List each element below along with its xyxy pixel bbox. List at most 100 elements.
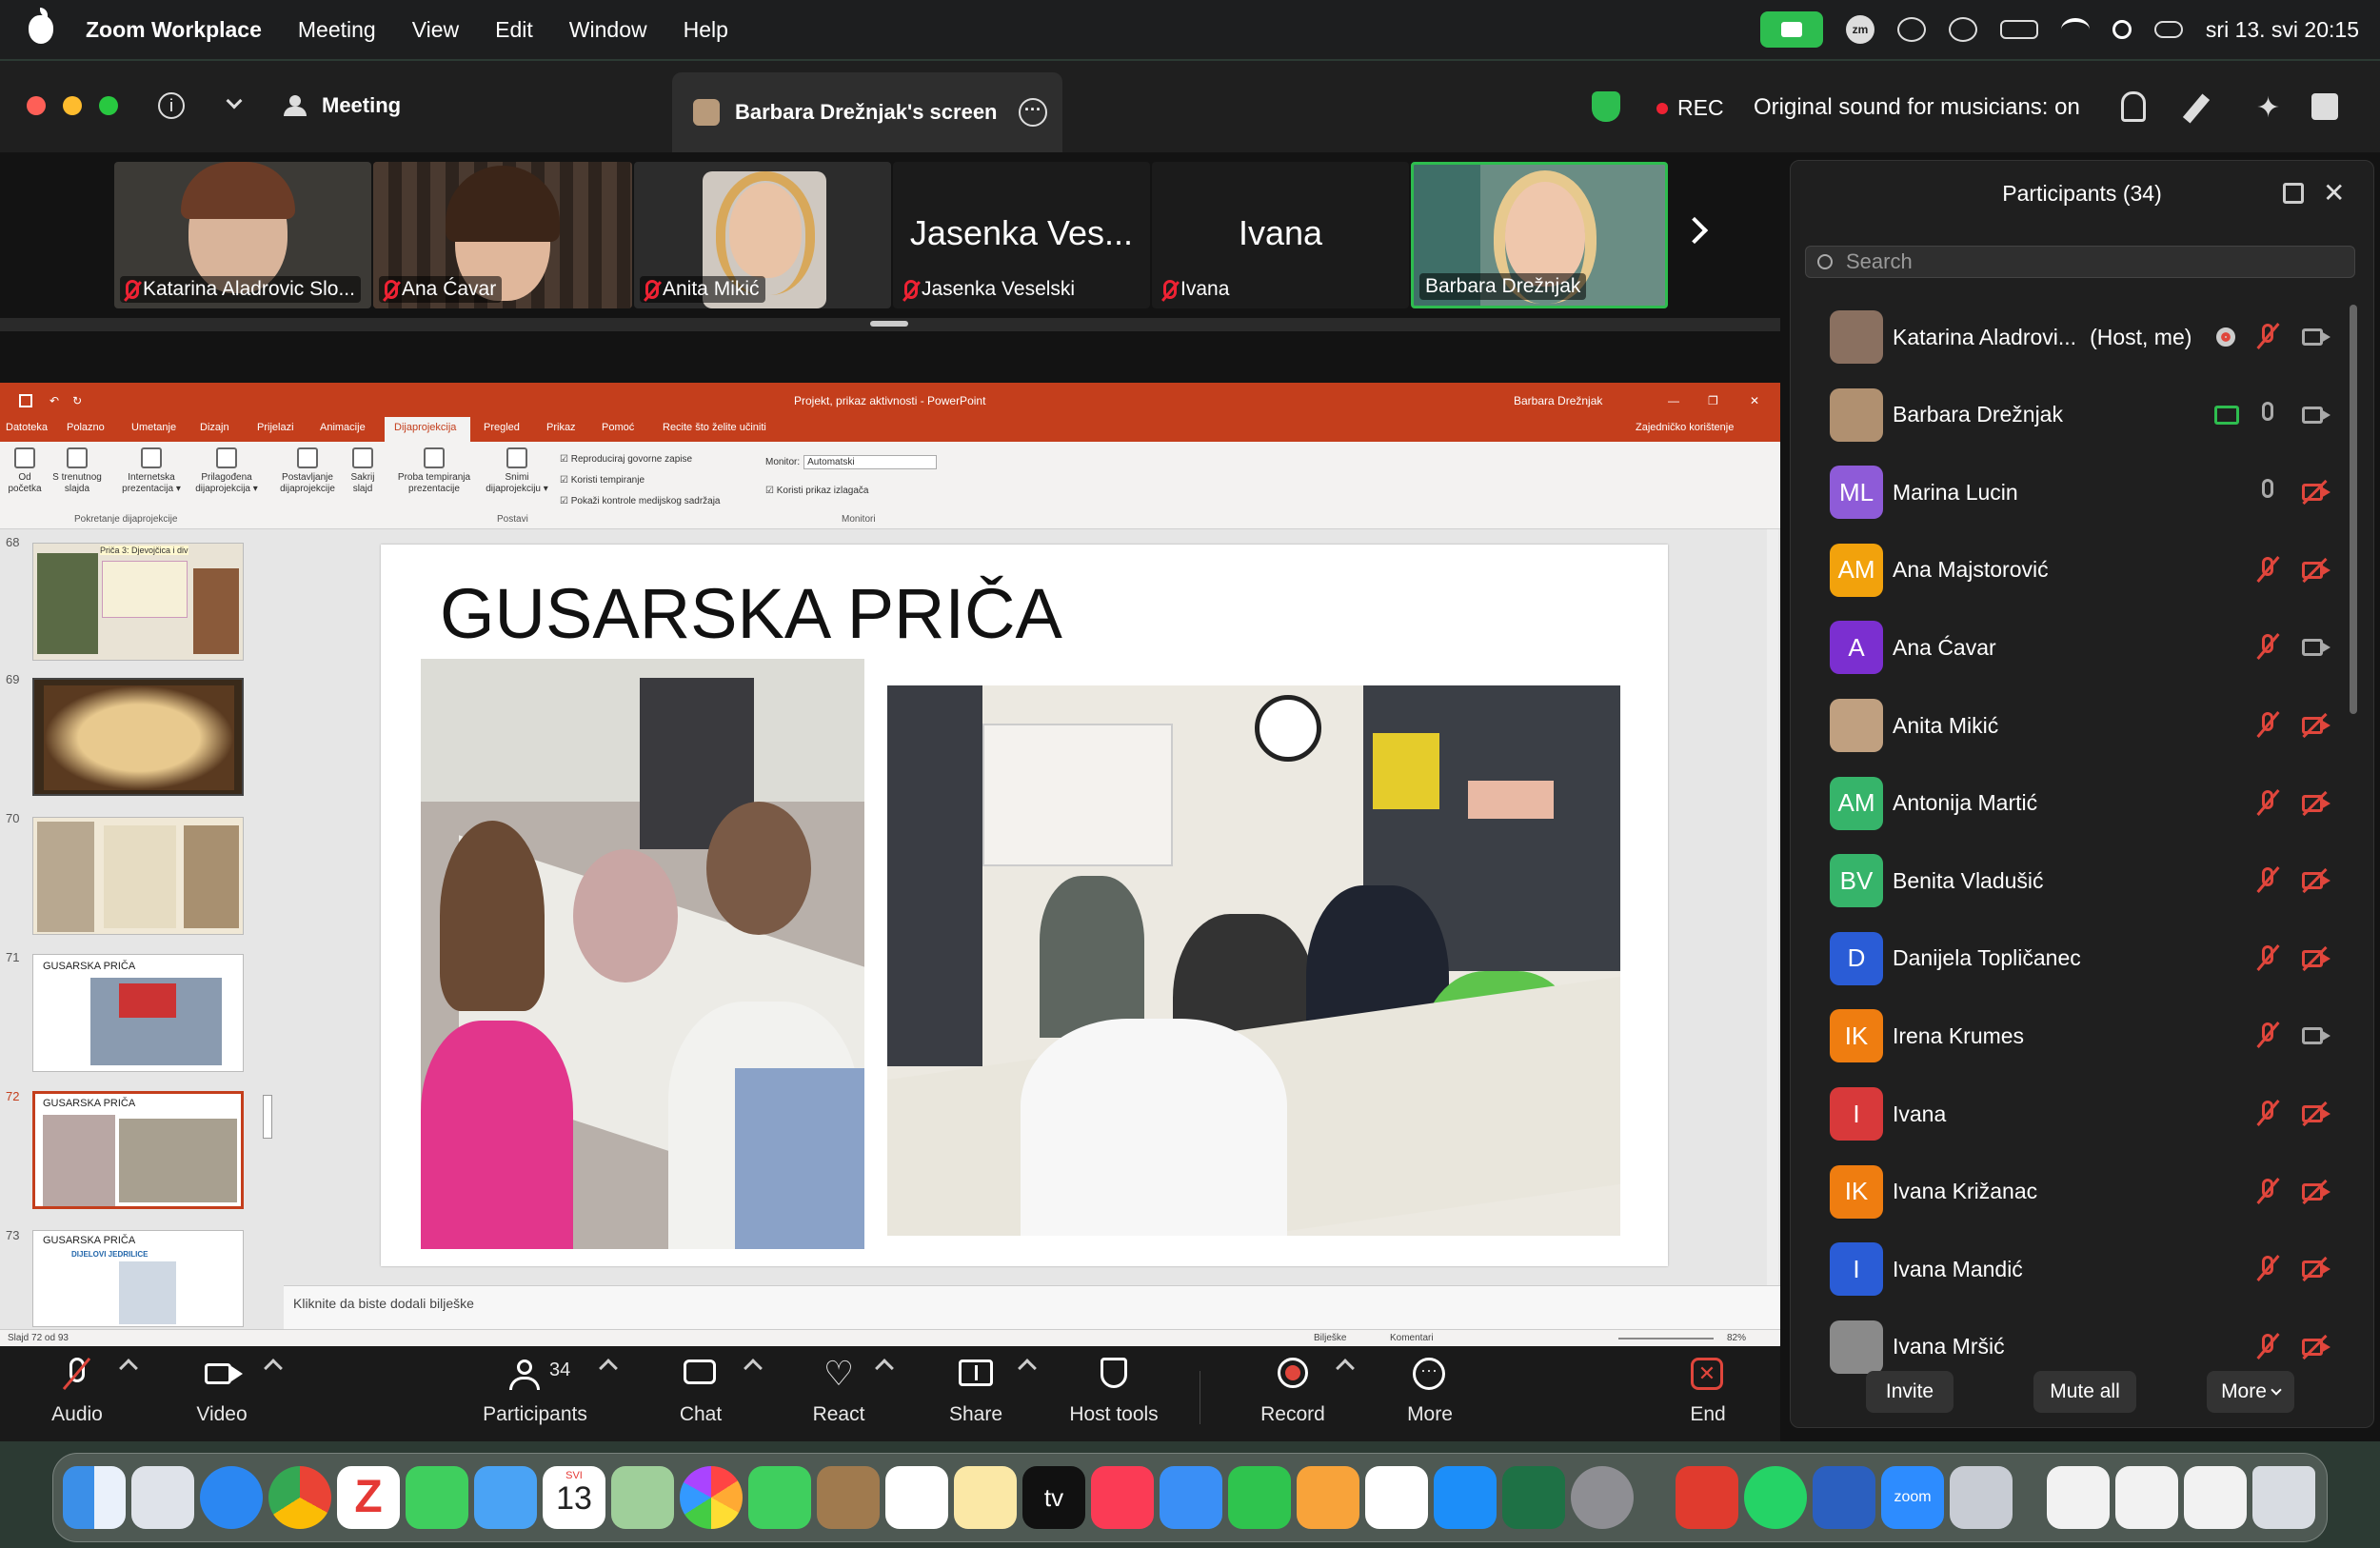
tab-prikaz[interactable]: Prikaz [546,422,576,433]
notes-pane[interactable]: Kliknite da biste dodali bilješke [284,1285,1780,1329]
tab-umetanje[interactable]: Umetanje [131,422,176,433]
ppt-user[interactable]: Barbara Drežnjak [1514,394,1602,407]
muted-mic-icon[interactable] [2258,1101,2277,1127]
zoom-app-icon[interactable]: zoom [1881,1466,1944,1529]
comments-toggle[interactable]: Komentari [1390,1333,1434,1343]
participant-row[interactable]: IK Ivana Križanac [1830,1163,2344,1221]
battery-icon[interactable] [1999,20,2038,39]
participant-row[interactable]: D Danijela Topličanec [1830,930,2344,987]
tab-pomoc[interactable]: Pomoć [602,422,634,433]
ppt-save-icon[interactable] [19,394,32,407]
search-icon[interactable] [2112,20,2132,39]
trash-icon[interactable] [2252,1466,2315,1529]
participant-row[interactable]: I Ivana Mandić [1830,1240,2344,1298]
zotero-icon[interactable]: Z [337,1466,400,1529]
menu-window[interactable]: Window [569,17,647,43]
notes-toggle[interactable]: Bilješke [1314,1333,1346,1343]
launchpad-icon[interactable] [131,1466,194,1529]
participant-row[interactable]: ML Marina Lucin [1830,464,2344,521]
muted-mic-icon[interactable] [2258,1333,2277,1360]
video-tile-katarina[interactable]: Katarina Aladrovic Slo... [114,162,371,308]
safari-icon[interactable] [200,1466,263,1529]
more-button[interactable]: ··· More [1399,1358,1460,1426]
current-slide[interactable]: GUSARSKA PRIČA [381,545,1668,1266]
ppt-undo-icon[interactable]: ↶ [50,394,59,407]
video-camera-icon[interactable] [2302,1025,2330,1046]
muted-mic-icon[interactable] [2258,867,2277,894]
video-tile-anita-mikic[interactable]: Anita Mikić [634,162,891,308]
online-presentation-button[interactable]: Internetska prezentacija ▾ [114,447,188,495]
participants-button[interactable]: 34 Participants [478,1358,592,1426]
photos-icon[interactable] [680,1466,743,1529]
pages-icon[interactable] [1297,1466,1359,1529]
menu-help[interactable]: Help [684,17,728,43]
ppt-redo-icon[interactable]: ↻ [72,394,82,407]
participant-row[interactable]: Barbara Drežnjak [1830,387,2344,444]
classroom-photo-girls[interactable] [421,659,864,1249]
zoom-level[interactable]: 82% [1727,1333,1746,1343]
record-button[interactable]: Record [1257,1358,1329,1426]
excel-icon[interactable] [1502,1466,1565,1529]
thumbnail-scrollbar[interactable] [263,1095,272,1139]
calendar-icon[interactable]: SVI 13 [543,1466,605,1529]
tab-dizajn[interactable]: Dizajn [200,422,229,433]
slide-thumb-69[interactable] [32,678,244,796]
video-off-icon[interactable] [2302,482,2330,503]
checkbox-timings[interactable]: ☑ Koristi tempiranje [560,470,721,491]
invite-button[interactable]: Invite [1866,1371,1954,1413]
classroom-photo-boys[interactable] [887,685,1620,1236]
participant-row[interactable]: IK Irena Krumes [1830,1007,2344,1064]
video-camera-icon[interactable] [2302,405,2330,426]
chrome-icon[interactable] [268,1466,331,1529]
app-menu[interactable]: Zoom Workplace [86,17,262,43]
slide-thumb-68[interactable]: Priča 3: Djevojčica i div [32,543,244,661]
participant-list-scrollbar[interactable] [2350,305,2357,714]
recent-document-2-icon[interactable] [2115,1466,2178,1529]
music-icon[interactable] [1091,1466,1154,1529]
mic-icon[interactable] [2258,479,2277,506]
resize-handle[interactable] [870,321,908,327]
zoom-camera-status-icon[interactable] [1759,11,1823,48]
keynote-icon[interactable] [1160,1466,1222,1529]
play-circle-icon[interactable] [1948,17,1977,42]
slide-thumb-72-selected[interactable]: GUSARSKA PRIČA [32,1091,244,1209]
whatsapp-icon[interactable] [1744,1466,1807,1529]
close-window-button[interactable] [27,96,46,115]
video-camera-icon[interactable] [2302,327,2330,347]
maximize-window-button[interactable] [99,96,118,115]
chat-button[interactable]: Chat [670,1358,731,1426]
airplay-icon[interactable] [1896,17,1926,42]
checkbox-presenter-view[interactable]: ☑ Koristi prikaz izlagača [765,486,868,496]
participant-row[interactable]: Katarina Aladrovi... (Host, me) [1830,308,2344,366]
video-off-icon[interactable] [2302,715,2330,736]
video-tile-jasenka[interactable]: Jasenka Ves... Jasenka Veselski [893,162,1150,308]
from-beginning-button[interactable]: Od početka [6,447,44,495]
monitor-select[interactable]: Automatski [803,455,938,469]
share-button[interactable]: Zajedničko korištenje [1636,422,1734,433]
view-layout-icon[interactable] [2311,93,2338,120]
checkbox-media-controls[interactable]: ☑ Pokaži kontrole medijskog sadržaja [560,491,721,512]
ppt-minimize-icon[interactable]: — [1668,394,1679,407]
zm-icon[interactable]: zm [1845,15,1874,44]
setup-slideshow-button[interactable]: Postavljanje dijaprojekcije [272,447,343,495]
tab-datoteka[interactable]: Datoteka [6,422,48,433]
end-meeting-button[interactable]: ✕ End [1681,1358,1735,1426]
participant-row[interactable]: AM Antonija Martić [1830,775,2344,832]
powerpoint-icon[interactable] [1676,1466,1738,1529]
muted-mic-icon[interactable] [2258,712,2277,739]
participant-search-input[interactable]: Search [1805,246,2355,278]
recent-document-3-icon[interactable] [2184,1466,2247,1529]
reminders-icon[interactable] [885,1466,948,1529]
video-off-icon[interactable] [2302,1103,2330,1124]
ppt-restore-icon[interactable]: ❐ [1708,394,1718,407]
host-tools-button[interactable]: Host tools [1062,1358,1165,1426]
wifi-icon[interactable] [2060,18,2090,41]
finder-icon[interactable] [63,1466,126,1529]
muted-mic-icon[interactable] [2258,1256,2277,1282]
participant-row[interactable]: A Ana Ćavar [1830,619,2344,676]
word-icon[interactable] [1813,1466,1875,1529]
menu-view[interactable]: View [412,17,459,43]
video-off-icon[interactable] [2302,1181,2330,1202]
messages-icon[interactable] [406,1466,468,1529]
video-off-icon[interactable] [2302,870,2330,891]
